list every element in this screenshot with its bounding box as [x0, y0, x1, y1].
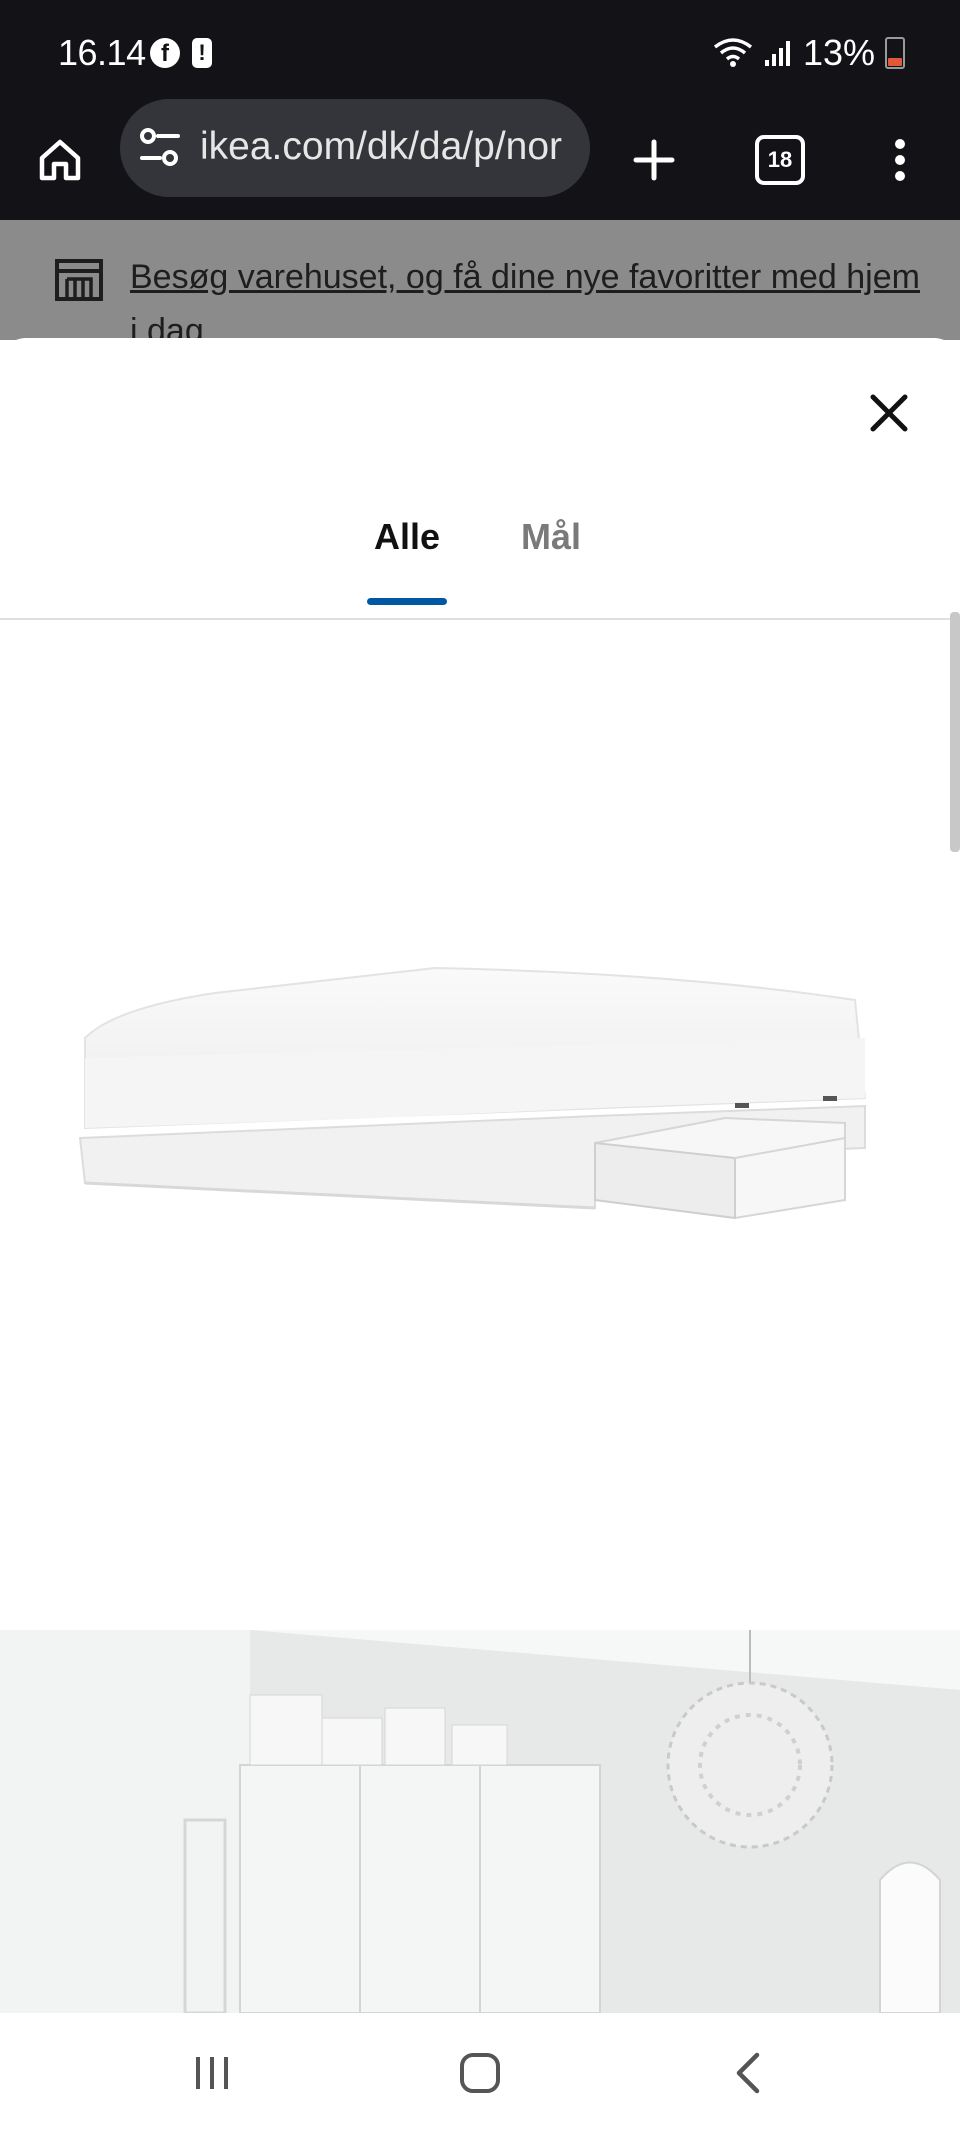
tune-icon[interactable] — [138, 124, 182, 170]
status-system-icons: 13% — [713, 32, 905, 74]
back-icon — [736, 2052, 760, 2094]
battery-percentage: 13% — [802, 32, 875, 73]
new-tab-icon — [633, 139, 675, 181]
system-nav-bar — [0, 2013, 960, 2133]
room-photo-illustration — [0, 1630, 960, 2013]
close-button[interactable] — [864, 388, 914, 438]
back-button[interactable] — [708, 2043, 788, 2103]
status-bar: 16.14 f ! 13% — [0, 0, 960, 100]
close-icon — [870, 394, 908, 432]
url-text: ikea.com/dk/da/p/nor — [200, 125, 563, 168]
wifi-icon — [713, 38, 753, 67]
status-time: 16.14 — [58, 32, 146, 73]
home-button[interactable] — [22, 122, 98, 198]
background-page: Besøg varehuset, og få dine nye favoritt… — [0, 220, 960, 350]
image-gallery-sheet: Alle Mål — [0, 338, 960, 2013]
product-image[interactable] — [75, 938, 875, 1268]
tab-dimensions[interactable]: Mål — [521, 508, 581, 618]
facebook-icon: f — [150, 38, 180, 68]
home-nav-button[interactable] — [440, 2043, 520, 2103]
more-button[interactable] — [862, 122, 938, 198]
more-icon — [895, 139, 905, 181]
address-bar[interactable]: ikea.com/dk/da/p/nor — [120, 99, 590, 197]
status-notifications: f ! — [150, 38, 212, 68]
tab-active-indicator — [367, 598, 447, 605]
new-tab-button[interactable] — [616, 122, 692, 198]
tabs-icon: 18 — [755, 135, 805, 185]
gallery-tabs: Alle Mål — [0, 508, 960, 620]
scrollbar[interactable] — [950, 612, 960, 852]
recents-icon — [196, 2057, 228, 2089]
tabs-button[interactable]: 18 — [742, 122, 818, 198]
signal-icon — [764, 41, 790, 66]
battery-icon — [885, 37, 905, 69]
room-photo[interactable] — [0, 1630, 960, 2013]
home-icon — [39, 139, 81, 181]
alert-icon: ! — [192, 38, 212, 68]
home-nav-icon — [460, 2053, 500, 2093]
store-icon — [55, 259, 103, 301]
recents-button[interactable] — [172, 2043, 252, 2103]
